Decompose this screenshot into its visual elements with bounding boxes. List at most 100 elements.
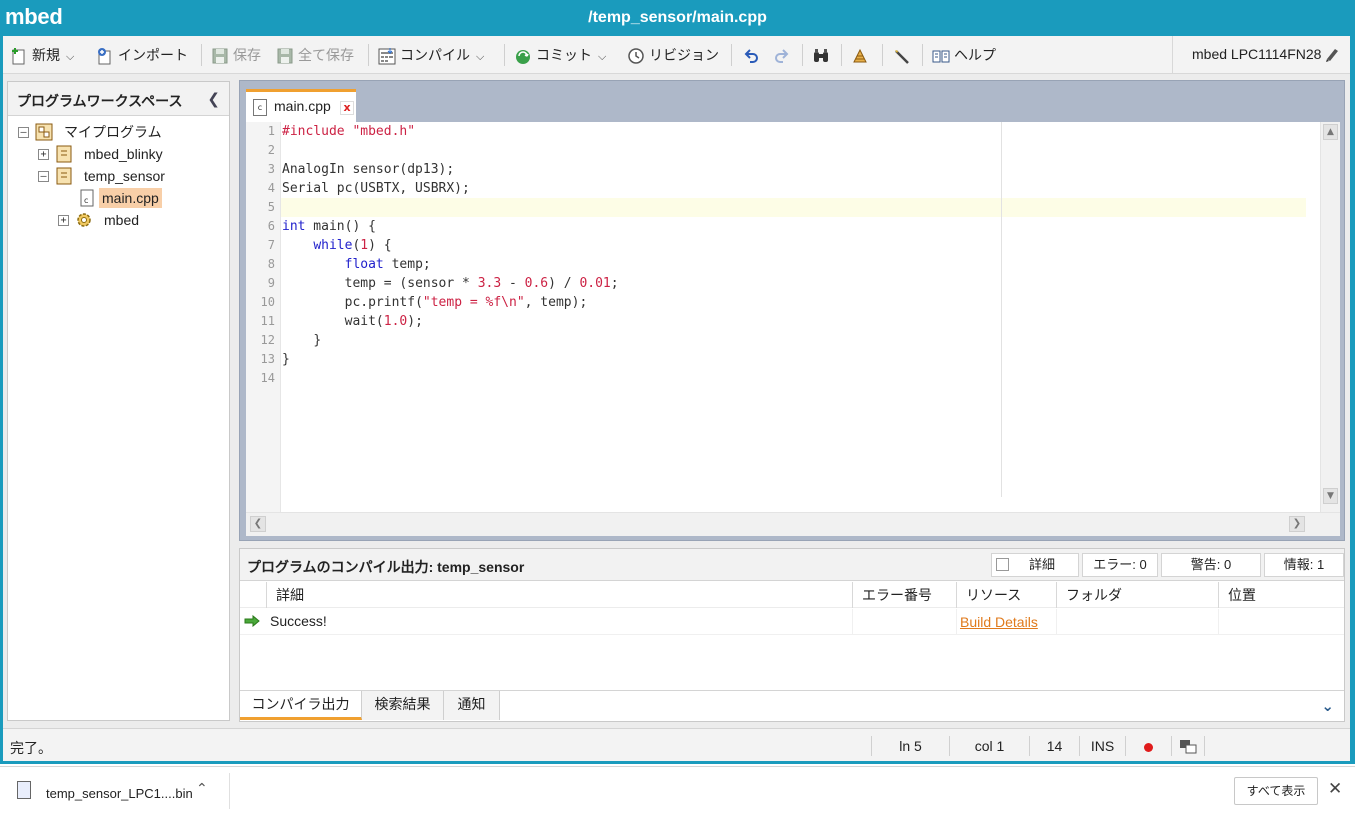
column-header[interactable]: 位置 — [1218, 582, 1342, 608]
code-text: ) { — [368, 238, 392, 253]
cell-divider — [852, 609, 853, 635]
detail-label: 詳細 — [1028, 557, 1055, 572]
gear-icon — [77, 213, 91, 227]
toolbar-divider — [841, 44, 842, 66]
tab-compiler-output[interactable]: コンパイラ出力 — [240, 691, 362, 720]
save-label: 保存 — [233, 47, 261, 63]
line-number: 5 — [267, 200, 275, 214]
redo-button[interactable] — [772, 45, 794, 65]
record-icon — [1144, 742, 1153, 752]
new-button[interactable]: 新規 ⌵ — [10, 45, 74, 65]
save-all-icon — [276, 47, 294, 65]
checkbox-icon[interactable] — [996, 558, 1009, 571]
build-details-link[interactable]: Build Details — [960, 614, 1038, 630]
tree-root[interactable]: – マイプログラム — [18, 122, 218, 142]
code-line: int main() { — [282, 217, 376, 236]
tree-program-temp-sensor[interactable]: – temp_sensor — [38, 166, 228, 186]
program-workspace-panel: プログラムワークスペース ❮ – マイプログラム + mbed_blinky –… — [7, 81, 230, 721]
compile-button[interactable]: コンパイル ⌵ — [378, 45, 484, 65]
code-line: while(1) { — [282, 236, 392, 255]
collapse-toggle[interactable]: – — [38, 171, 49, 182]
scroll-left-icon[interactable]: ❮ — [250, 516, 266, 532]
scroll-up-icon[interactable]: ▲ — [1323, 124, 1338, 140]
layout-toggle[interactable] — [1171, 736, 1205, 756]
code-text: ; — [610, 276, 619, 291]
error-count[interactable]: エラー: 0 — [1082, 553, 1158, 577]
scroll-right-icon[interactable]: ❯ — [1289, 516, 1305, 532]
column-header[interactable]: エラー番号 — [852, 582, 956, 608]
import-button[interactable]: インポート — [96, 45, 188, 65]
tree-file-main-cpp[interactable]: c main.cpp — [78, 188, 228, 208]
download-divider — [229, 773, 230, 809]
expand-toggle[interactable]: + — [38, 149, 49, 160]
chevron-up-icon[interactable]: ⌃ — [196, 781, 208, 797]
binary-file-icon[interactable] — [17, 781, 31, 799]
wand-icon — [893, 47, 911, 65]
column-header[interactable]: リソース — [956, 582, 1056, 608]
line-number: 7 — [267, 238, 275, 252]
code-line: } — [282, 331, 321, 350]
help-label: ヘルプ — [954, 47, 996, 63]
revision-button[interactable]: リビジョン — [627, 45, 719, 65]
detail-checkbox[interactable]: 詳細 — [991, 553, 1079, 577]
code-line: } — [282, 352, 290, 367]
tab-main-cpp[interactable]: c main.cpp x — [246, 89, 356, 122]
success-arrow-icon — [244, 615, 260, 627]
collapse-toggle[interactable]: – — [18, 127, 29, 138]
format-button[interactable] — [851, 45, 873, 65]
tab-search-results[interactable]: 検索結果 — [362, 691, 444, 720]
windows-icon — [1180, 740, 1197, 754]
tree-library-label: mbed — [104, 212, 140, 228]
info-count[interactable]: 情報: 1 — [1264, 553, 1344, 577]
line-number: 1 — [267, 124, 275, 138]
tree-program-mbed-blinky[interactable]: + mbed_blinky — [38, 144, 228, 164]
code-line: pc.printf("temp = %f\n", temp); — [282, 293, 588, 312]
chevron-down-icon[interactable]: ⌵ — [66, 47, 74, 67]
title-bar: mbed /temp_sensor/main.cpp — [0, 0, 1355, 36]
vertical-scrollbar[interactable]: ▲ ▼ — [1320, 122, 1340, 512]
download-filename[interactable]: temp_sensor_LPC1....bin — [46, 786, 193, 801]
cell-divider — [1218, 609, 1219, 635]
record-button[interactable] — [1125, 736, 1171, 756]
toolbar: 新規 ⌵ インポート 保存 全て保存 コンパイル ⌵ コミット ⌵ リビジョン … — [3, 36, 1350, 74]
code-line: Serial pc(USBTX, USBRX); — [282, 181, 470, 196]
target-device-selector[interactable]: mbed LPC1114FN28 — [1172, 36, 1350, 73]
commit-button[interactable]: コミット ⌵ — [514, 45, 606, 65]
tools-button[interactable] — [893, 45, 915, 65]
line-number: 4 — [267, 181, 275, 195]
chevron-down-icon[interactable]: ⌵ — [598, 47, 606, 67]
scroll-down-icon[interactable]: ▼ — [1323, 488, 1338, 504]
compile-label: コンパイル — [400, 47, 470, 63]
expand-toggle[interactable]: + — [58, 215, 69, 226]
output-row[interactable]: Success! Build Details — [240, 609, 1344, 635]
tree-library-mbed[interactable]: + mbed — [58, 210, 228, 230]
chevron-down-icon[interactable]: ⌄ — [1321, 697, 1334, 715]
help-button[interactable]: ヘルプ — [932, 45, 996, 65]
undo-button[interactable] — [743, 45, 765, 65]
status-message: 完了。 — [10, 740, 52, 756]
horizontal-scrollbar[interactable]: ❮ ❯ — [246, 512, 1340, 536]
toolbar-divider — [504, 44, 505, 66]
toolbar-divider — [882, 44, 883, 66]
insert-mode-indicator[interactable]: INS — [1079, 736, 1125, 756]
chevron-left-icon[interactable]: ❮ — [207, 90, 220, 108]
column-indicator: col 1 — [949, 736, 1029, 756]
chevron-down-icon[interactable]: ⌵ — [476, 47, 484, 67]
tree-file-label: main.cpp — [99, 188, 162, 208]
tab-notifications[interactable]: 通知 — [444, 691, 500, 720]
save-all-button[interactable]: 全て保存 — [276, 45, 354, 65]
code-editor[interactable]: 1 2 3 4 5 6 7 8 9 10 11 12 13 14 #include "mbed.h" An… — [246, 122, 1340, 536]
find-button[interactable] — [812, 45, 834, 65]
show-all-button[interactable]: すべて表示 — [1234, 777, 1318, 805]
save-button[interactable]: 保存 — [211, 45, 261, 65]
line-number: 12 — [260, 333, 275, 347]
warning-count[interactable]: 警告: 0 — [1161, 553, 1261, 577]
column-header[interactable]: フォルダ — [1056, 582, 1218, 608]
column-header[interactable]: 詳細 — [266, 582, 852, 608]
new-label: 新規 — [32, 47, 60, 63]
close-icon[interactable]: x — [340, 101, 354, 115]
save-all-label: 全て保存 — [298, 47, 354, 63]
code-preprocessor: #include "mbed.h" — [282, 124, 416, 139]
output-title: プログラムのコンパイル出力: temp_sensor — [247, 559, 525, 575]
close-icon[interactable]: ✕ — [1328, 779, 1342, 799]
